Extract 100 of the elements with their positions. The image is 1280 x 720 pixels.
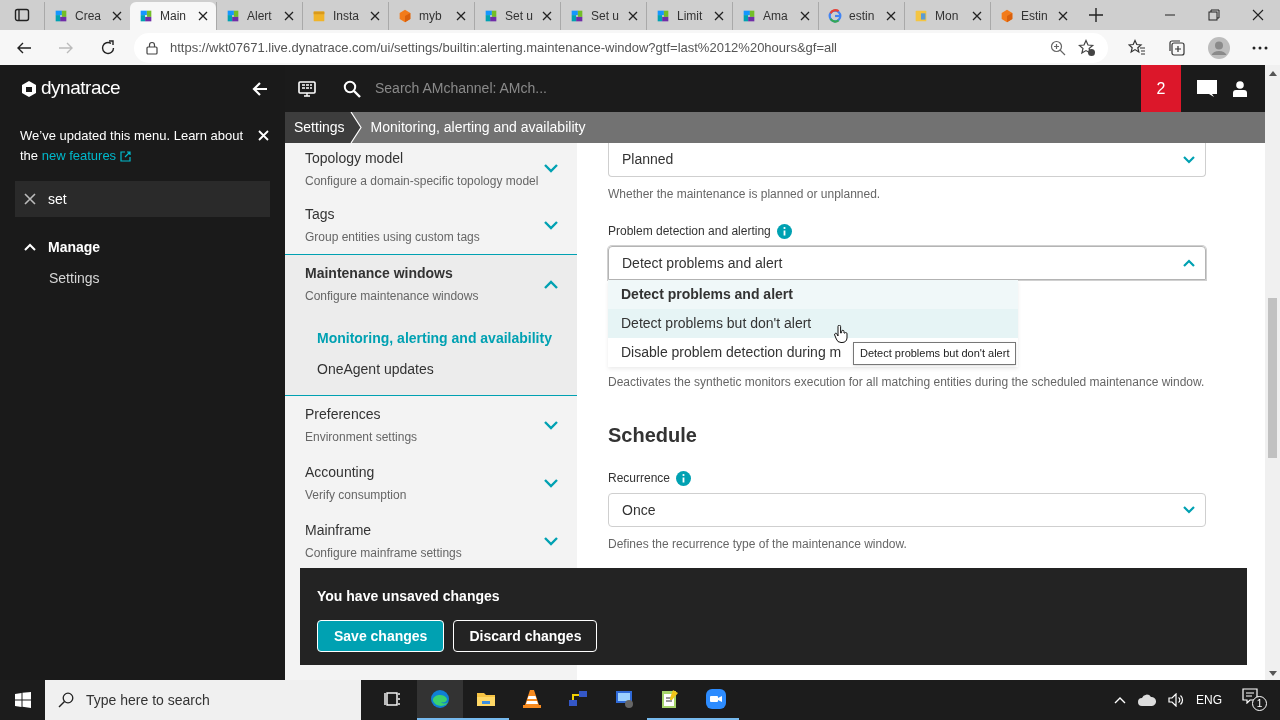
submenu-link[interactable]: OneAgent updates — [285, 354, 577, 385]
close-icon[interactable] — [456, 11, 466, 21]
group-subtitle: Configure a domain-specific topology model — [305, 172, 540, 190]
close-icon[interactable] — [542, 11, 552, 21]
browser-tab[interactable]: Main — [130, 2, 216, 30]
group-title: Accounting — [305, 463, 376, 482]
group-subtitle: Configure mainframe settings — [305, 545, 463, 562]
caret-up-icon — [24, 243, 36, 251]
close-icon[interactable] — [628, 11, 638, 21]
breadcrumb-item[interactable]: Monitoring, alerting and availability — [362, 112, 586, 143]
group-subtitle: Verify consumption — [305, 487, 408, 504]
scroll-down-icon[interactable] — [1268, 671, 1277, 676]
group-title: Tags — [305, 205, 336, 224]
field-label: Recurrence — [608, 470, 671, 487]
remote-desktop-icon — [614, 689, 634, 709]
info-icon[interactable] — [676, 470, 692, 486]
chevron-down-icon — [544, 220, 558, 230]
chat-icon[interactable] — [1197, 79, 1217, 98]
group-subtitle: Configure maintenance windows — [305, 288, 480, 305]
chevron-up-icon[interactable] — [1114, 696, 1126, 704]
scroll-up-icon[interactable] — [1268, 71, 1277, 76]
collections-icon[interactable] — [1168, 38, 1186, 57]
settings-group[interactable]: Tags Group entities using custom tags — [285, 196, 577, 254]
favorites-icon[interactable] — [1128, 38, 1146, 57]
taskbar-search[interactable]: Type here to search — [45, 680, 361, 720]
close-icon[interactable] — [972, 11, 982, 21]
tab-title: Alert — [247, 8, 273, 25]
tab-title: Set u — [505, 8, 535, 25]
chevron-down-icon — [544, 420, 558, 430]
close-icon[interactable] — [800, 11, 810, 21]
new-features-link[interactable]: new features — [41, 146, 132, 166]
scroll-thumb[interactable] — [1268, 298, 1277, 458]
notepad-icon — [660, 689, 680, 709]
favicon-icon — [999, 8, 1015, 24]
back-arrow-icon[interactable] — [252, 80, 268, 97]
helper-text: Defines the recurrence type of the maintenance window. — [608, 536, 908, 553]
reload-icon[interactable] — [100, 39, 116, 56]
search-field[interactable]: set — [15, 181, 270, 217]
tab-actions-icon[interactable] — [14, 7, 30, 23]
discard-button[interactable]: Discard changes — [453, 620, 598, 652]
scrollbar[interactable] — [1265, 65, 1280, 680]
dropdown-option[interactable]: Detect problems but don't alert — [608, 309, 1018, 338]
more-icon[interactable] — [1252, 45, 1268, 50]
nav-item[interactable]: Settings — [0, 268, 285, 289]
dynatrace-logo[interactable]: dynatrace — [20, 74, 121, 103]
zoom-in-icon[interactable] — [1050, 39, 1066, 56]
close-icon[interactable] — [1058, 11, 1068, 21]
clear-icon[interactable] — [24, 193, 36, 205]
settings-group[interactable]: Topology model Configure a domain-specific topology model — [285, 143, 577, 196]
select-field[interactable]: Once — [608, 493, 1206, 527]
helper-text: Whether the maintenance is planned or unplanned. — [608, 186, 882, 203]
tab-title: Estin — [1021, 8, 1049, 25]
notification-badge[interactable]: 2 — [1141, 65, 1181, 112]
star-add-icon[interactable] — [1078, 38, 1096, 57]
address-bar[interactable]: https://wkt07671.live.dynatrace.com/ui/settings/builtin:alerting.maintenance-window?gtf=last%2012%20hours&gf=all — [134, 32, 1108, 63]
dropdown-option[interactable]: Detect problems and alert — [608, 280, 1018, 309]
close-icon[interactable] — [886, 11, 896, 21]
close-icon[interactable] — [284, 11, 294, 21]
nav-section-header[interactable]: Manage — [0, 236, 285, 258]
settings-group[interactable]: Mainframe Configure mainframe settings — [285, 512, 577, 570]
restore-icon[interactable] — [1208, 9, 1220, 21]
search-icon[interactable] — [343, 79, 361, 98]
user-icon[interactable] — [1233, 80, 1247, 97]
language-indicator[interactable]: ENG — [1196, 691, 1222, 709]
notification-center[interactable]: 1 — [1242, 688, 1270, 712]
settings-group[interactable]: Maintenance windows Configure maintenance windows — [285, 255, 577, 313]
favicon-icon — [569, 8, 585, 24]
group-subtitle: Group entities using custom tags — [305, 229, 481, 246]
cloud-icon[interactable] — [1138, 694, 1156, 706]
close-icon[interactable] — [198, 11, 208, 21]
group-subtitle: Environment settings — [305, 429, 419, 446]
search-placeholder[interactable]: Search AMchannel: AMch... — [375, 78, 1141, 99]
favicon-icon — [397, 8, 413, 24]
close-icon[interactable] — [112, 11, 122, 21]
taskbar-app[interactable] — [417, 680, 463, 720]
favicon-icon — [913, 8, 929, 24]
select-field[interactable]: Detect problems and alert — [608, 246, 1206, 280]
tooltip: Detect problems but don't alert — [853, 342, 1017, 365]
close-icon[interactable] — [370, 11, 380, 21]
tab-title: myb — [419, 8, 443, 25]
select-field[interactable]: Planned — [608, 143, 1206, 177]
close-icon[interactable] — [714, 11, 724, 21]
group-title: Preferences — [305, 405, 382, 424]
info-icon[interactable] — [776, 223, 792, 239]
close-icon[interactable] — [1252, 9, 1264, 21]
windows-start-icon[interactable] — [14, 692, 31, 708]
hand-cursor-icon — [834, 325, 848, 343]
group-title: Mainframe — [305, 521, 373, 540]
settings-group[interactable]: Preferences Environment settings — [285, 396, 577, 454]
monitor-icon[interactable] — [298, 80, 316, 97]
chevron-up-icon — [544, 279, 558, 289]
favicon-icon — [655, 8, 671, 24]
settings-group[interactable]: Accounting Verify consumption — [285, 454, 577, 512]
chevron-up-icon — [1183, 259, 1195, 267]
volume-icon[interactable] — [1168, 693, 1184, 707]
banner-message: You have unsaved changes — [317, 587, 501, 606]
new-tab-icon[interactable] — [1089, 8, 1103, 22]
chevron-down-icon — [544, 164, 558, 173]
profile-avatar-icon[interactable] — [1208, 36, 1230, 59]
tab-title: Ama — [763, 8, 789, 25]
